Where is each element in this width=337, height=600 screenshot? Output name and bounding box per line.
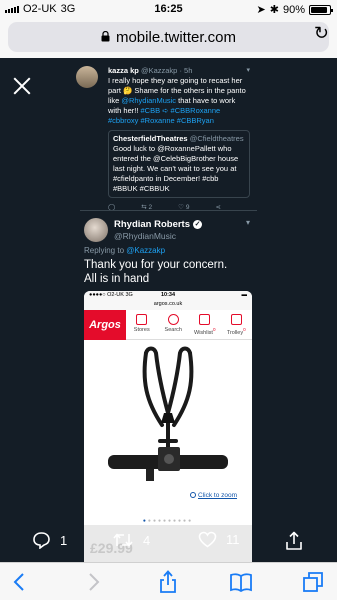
share-button[interactable]: [285, 531, 303, 551]
like-button[interactable]: 11: [198, 531, 240, 548]
like-icon: [198, 531, 217, 548]
tweet-image-viewer: kazza kp @Kazzakp · 5h ▾ I really hope t…: [0, 58, 337, 562]
url-text: mobile.twitter.com: [115, 28, 237, 46]
embedded-author-name: kazza kp: [108, 66, 139, 75]
screenshot-nav: Argos Stores Search Wishlist0 Trolley0: [84, 310, 252, 340]
embedded-tweet-age: · 5h: [179, 66, 193, 75]
wishlist-count: 0: [212, 327, 216, 332]
tweet-text-line: All is in hand: [84, 273, 150, 285]
like-count: 11: [226, 532, 240, 547]
quoted-tweet-header: ChesterfieldTheatres @Cfieldtheatres: [113, 134, 245, 144]
argos-logo: Argos: [84, 310, 126, 340]
nav-label: Wishlist: [194, 329, 213, 336]
chevron-down-icon[interactable]: ▾: [246, 66, 250, 74]
screenshot-status-bar: ●●●●○ O2-UK 3G 10:34 ▬: [84, 291, 252, 300]
chevron-down-icon[interactable]: ▾: [246, 218, 250, 227]
divider: [80, 210, 257, 211]
embedded-tweet[interactable]: kazza kp @Kazzakp · 5h ▾ I really hope t…: [76, 66, 250, 211]
back-icon[interactable]: [6, 570, 32, 594]
nav-label: Stores: [133, 327, 150, 333]
heart-icon: [199, 314, 211, 325]
forward-icon[interactable]: [81, 570, 107, 594]
lock-icon: [101, 29, 110, 46]
address-bar-area: mobile.twitter.com ↻: [0, 18, 337, 58]
author-name-row: Rhydian Roberts ✓: [114, 219, 203, 230]
embedded-author-handle: @Kazzakp: [140, 66, 178, 75]
screenshot-url: argos.co.uk: [84, 300, 252, 310]
nav-wishlist: Wishlist0: [189, 310, 221, 339]
zoom-label: Click to zoom: [198, 492, 238, 499]
battery-percent: 90%: [282, 3, 305, 16]
tweet-text-line: Thank you for your concern.: [84, 259, 228, 271]
replying-label: Replying to: [84, 246, 127, 255]
verified-icon: ✓: [193, 219, 203, 229]
carousel-dots: ●●●●●●●●●●: [142, 518, 194, 524]
trolley-count: 0: [243, 327, 246, 332]
tweet-text: Thank you for your concern. All is in ha…: [84, 258, 284, 286]
retweet-button[interactable]: 4: [112, 531, 150, 549]
avatar[interactable]: [84, 218, 108, 242]
reload-icon[interactable]: ↻: [314, 23, 329, 44]
nav-stores: Stores: [126, 310, 158, 339]
author-handle: @RhydianMusic: [114, 231, 177, 241]
retweet-count: 4: [143, 532, 151, 548]
avatar: [76, 66, 98, 88]
close-icon[interactable]: [12, 76, 32, 96]
share-sheet-icon[interactable]: [155, 570, 181, 594]
tweet-actions: 1 4 11: [0, 525, 337, 557]
reply-count: 1: [60, 532, 68, 548]
nav-label: Trolley: [226, 329, 244, 336]
attached-screenshot[interactable]: ●●●●○ O2-UK 3G 10:34 ▬ argos.co.uk Argos…: [84, 291, 252, 562]
nav-label: Search: [164, 327, 182, 333]
location-icon: ➤: [256, 4, 266, 16]
trolley-icon: [230, 314, 242, 325]
battery-fill: [311, 6, 328, 13]
screenshot-time: 10:34: [160, 292, 176, 298]
bookmarks-icon[interactable]: [228, 570, 254, 594]
embedded-tweet-header: kazza kp @Kazzakp · 5h: [108, 66, 250, 75]
click-to-zoom-link: Click to zoom: [190, 492, 237, 499]
quoted-author-handle: @Cfieldtheatres: [189, 134, 244, 143]
status-right: ➤ ✱ 90%: [256, 3, 333, 16]
share-icon: [286, 531, 302, 550]
store-icon: [136, 314, 148, 325]
tabs-icon[interactable]: [300, 570, 326, 594]
nav-trolley: Trolley0: [221, 310, 253, 339]
quoted-tweet[interactable]: ChesterfieldTheatres @Cfieldtheatres Goo…: [108, 130, 250, 198]
status-bar: O2-UK 3G 16:25 ➤ ✱ 90%: [0, 0, 337, 18]
battery-icon: ▬: [241, 292, 248, 298]
nav-search: Search: [158, 310, 190, 339]
replying-to: Replying to @Kazzakp: [84, 246, 165, 255]
embedded-tweet-text: I really hope they are going to recast h…: [108, 76, 250, 126]
search-icon: [167, 314, 179, 325]
reply-button[interactable]: 1: [32, 531, 67, 549]
mention-link[interactable]: @RhydianMusic: [121, 96, 176, 105]
bluetooth-icon: ✱: [269, 4, 279, 16]
retweet-icon: [113, 533, 133, 547]
replying-to-link[interactable]: @Kazzakp: [126, 246, 165, 255]
magnifier-icon: [190, 492, 196, 499]
address-bar[interactable]: mobile.twitter.com: [8, 22, 329, 52]
author-name: Rhydian Roberts: [114, 219, 191, 230]
chest-harness-image: [108, 346, 228, 481]
quoted-author-name: ChesterfieldTheatres: [113, 134, 188, 143]
quoted-tweet-text: Good luck to @RoxannePallett who entered…: [113, 144, 239, 193]
reply-icon: [33, 532, 50, 549]
battery-icon: [309, 4, 333, 15]
browser-toolbar: [0, 562, 337, 600]
